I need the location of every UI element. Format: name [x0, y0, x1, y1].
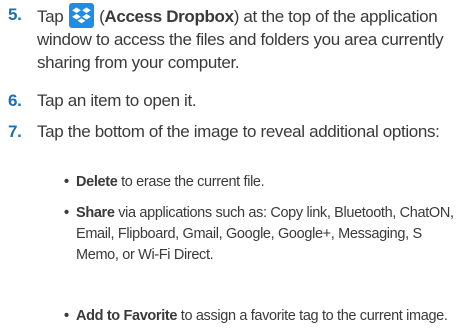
dropbox-icon	[68, 3, 94, 28]
step-number: 5.	[8, 5, 22, 24]
bullet-body: to erase the current file.	[117, 174, 265, 190]
paren-open: (	[94, 7, 105, 26]
step-text-before: Tap	[37, 7, 68, 26]
bullet-text: Share via applications such as: Copy lin…	[76, 203, 468, 266]
step-text: Tap the bottom of the image to reveal ad…	[37, 122, 440, 141]
step-number: 6.	[8, 91, 22, 110]
bullet-text: Add to Favorite to assign a favorite tag…	[76, 306, 468, 327]
bullet-text: Delete to erase the current file.	[76, 172, 468, 193]
bullet-symbol: •	[64, 308, 69, 324]
step-6: 6. Tap an item to open it.	[0, 89, 472, 113]
bullet-body: to assign a favorite tag to the current …	[177, 308, 448, 324]
step-text: Tap (Access Dropbox) at the top of the a…	[37, 3, 466, 74]
bullet-share: • Share via applications such as: Copy l…	[64, 203, 468, 269]
bullet-add-to-favorite: • Add to Favorite to assign a favorite t…	[64, 306, 468, 328]
bullet-body: via applications such as: Copy link, Blu…	[76, 205, 454, 263]
step-number: 7.	[8, 122, 22, 141]
bullet-bold: Share	[76, 205, 115, 221]
step-5: 5. Tap (Access Dropbox) at the top of th…	[0, 3, 472, 77]
bullet-delete: • Delete to erase the current file.	[64, 172, 468, 194]
bullet-bold: Add to Favorite	[76, 308, 178, 324]
bullet-bold: Delete	[76, 174, 118, 190]
step-text: Tap an item to open it.	[37, 91, 197, 110]
bullet-symbol: •	[64, 205, 69, 221]
instruction-page: 5. Tap (Access Dropbox) at the top of th…	[0, 0, 472, 336]
bullet-symbol: •	[64, 174, 69, 190]
access-dropbox-label: Access Dropbox	[104, 7, 234, 26]
step-7: 7. Tap the bottom of the image to reveal…	[0, 120, 472, 168]
